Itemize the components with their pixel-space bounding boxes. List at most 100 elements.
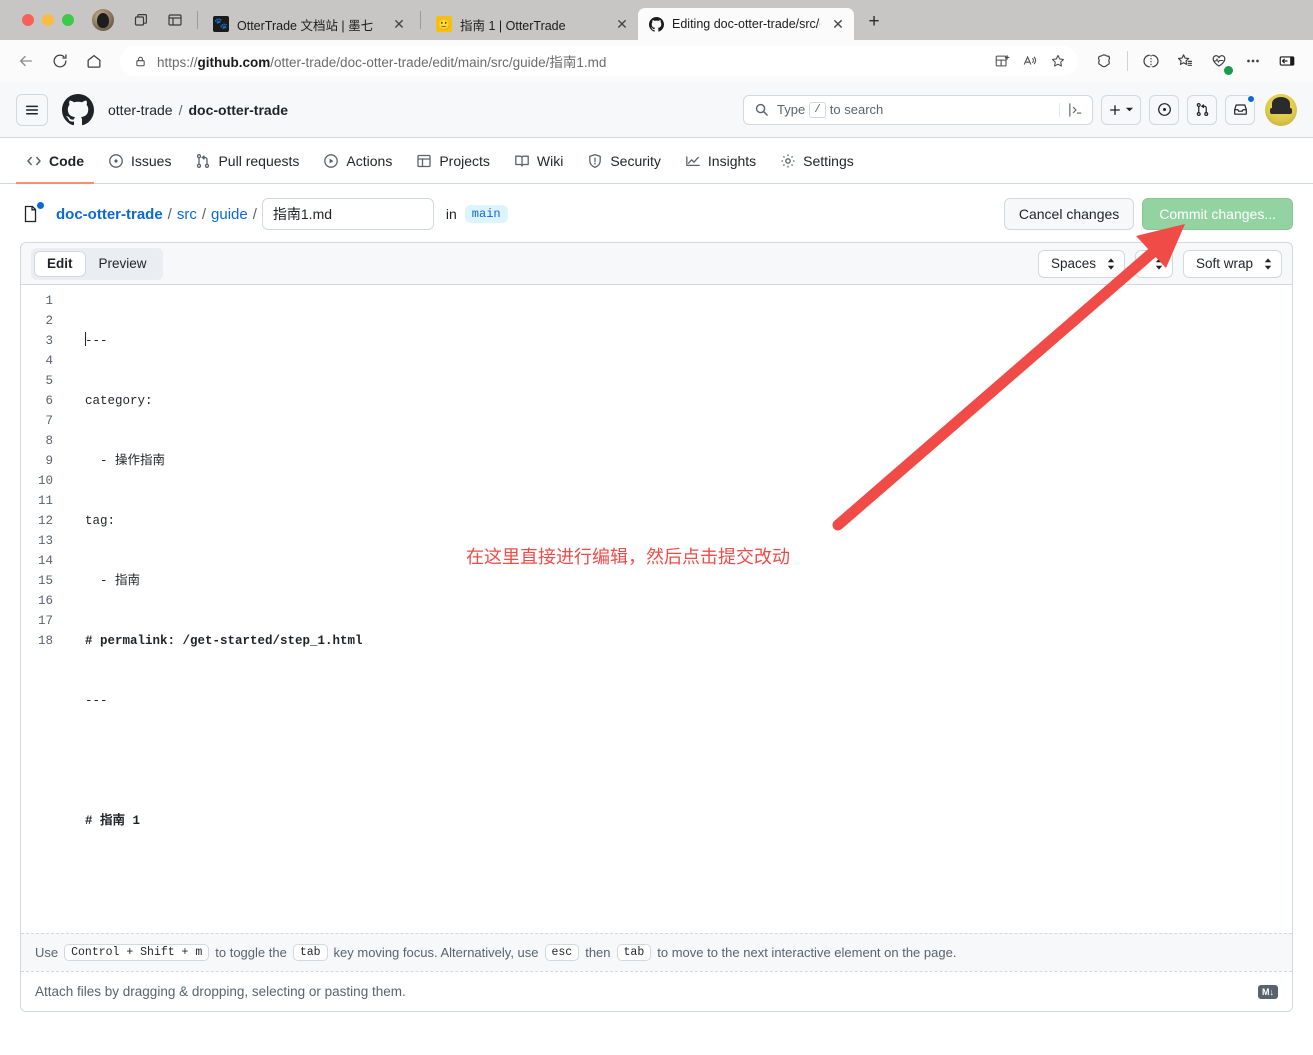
split-tab-icon[interactable] xyxy=(988,47,1016,75)
search-placeholder-pre: Type xyxy=(777,102,806,117)
code-line: category: xyxy=(85,394,153,408)
tab-copy-icon[interactable] xyxy=(127,6,155,34)
browser-tab-title: 指南 1 | OtterTrade xyxy=(460,18,566,33)
line-number: 3 xyxy=(45,334,53,348)
line-number: 8 xyxy=(45,434,53,448)
code-line: --- xyxy=(85,694,108,708)
browser-tab-0[interactable]: 🐾 OtterTrade 文档站 | 墨七 ✕ xyxy=(203,8,415,40)
split-screen-icon[interactable] xyxy=(161,6,189,34)
copilot-icon[interactable] xyxy=(1088,45,1120,77)
nav-tab-label: Issues xyxy=(131,153,172,169)
chevron-updown-icon xyxy=(1106,257,1116,271)
user-avatar[interactable] xyxy=(1265,93,1297,126)
nav-tab-pull-requests[interactable]: Pull requests xyxy=(185,140,309,184)
close-tab-icon[interactable]: ✕ xyxy=(389,14,409,34)
branch-badge: main xyxy=(464,205,508,223)
browser-essentials-icon[interactable] xyxy=(1135,45,1167,77)
nav-tab-label: Pull requests xyxy=(218,153,300,169)
editor-toolbar: Edit Preview Spaces Soft wrap xyxy=(21,243,1292,285)
window-controls[interactable] xyxy=(10,0,84,40)
breadcrumb-repo-link[interactable]: doc-otter-trade xyxy=(56,206,163,223)
notification-indicator-dot xyxy=(1247,94,1255,103)
wrap-mode-select[interactable]: Soft wrap xyxy=(1182,249,1282,278)
close-tab-icon[interactable]: ✕ xyxy=(828,14,848,34)
code-content[interactable]: --- category: - 操作指南 tag: - 指南 # permali… xyxy=(63,285,1292,933)
home-icon[interactable] xyxy=(78,45,110,77)
back-arrow-icon[interactable] xyxy=(10,45,42,77)
commit-changes-button[interactable]: Commit changes... xyxy=(1142,198,1293,230)
maximize-window-button[interactable] xyxy=(62,14,74,26)
address-bar[interactable]: https://github.com/otter-trade/doc-otter… xyxy=(120,46,1078,76)
nav-tab-label: Code xyxy=(49,153,84,169)
search-input[interactable]: Type / to search xyxy=(743,94,1093,125)
wrap-mode-value: Soft wrap xyxy=(1195,256,1253,271)
pull-requests-button[interactable] xyxy=(1187,94,1217,125)
command-palette-icon[interactable] xyxy=(1059,102,1084,117)
repo-nav-tabs: Code Issues Pull requests Actions Projec… xyxy=(0,138,1313,184)
nav-tab-issues[interactable]: Issues xyxy=(98,140,181,184)
issues-button[interactable] xyxy=(1149,94,1179,125)
line-number-gutter: 1 2 3 4 5 6 7 8 9 10 11 12 13 14 15 16 1… xyxy=(21,285,63,933)
more-options-icon[interactable] xyxy=(1237,45,1269,77)
performance-icon[interactable] xyxy=(1203,45,1235,77)
path-separator: / xyxy=(167,205,172,223)
sidebar-toggle-icon[interactable] xyxy=(1271,45,1303,77)
minimize-window-button[interactable] xyxy=(42,14,54,26)
otter-favicon: 🐾 xyxy=(213,16,229,32)
line-number: 18 xyxy=(37,634,53,648)
notifications-button[interactable] xyxy=(1225,94,1255,125)
line-number: 6 xyxy=(45,394,53,408)
browser-tab-1[interactable]: 🙂 指南 1 | OtterTrade ✕ xyxy=(426,8,638,40)
read-aloud-icon[interactable] xyxy=(1016,47,1044,75)
browser-tabstrip: 🐾 OtterTrade 文档站 | 墨七 ✕ 🙂 指南 1 | OtterTr… xyxy=(0,0,1313,40)
nav-tab-settings[interactable]: Settings xyxy=(770,140,864,184)
reload-icon[interactable] xyxy=(44,45,76,77)
edit-header-actions: Cancel changes Commit changes... xyxy=(1003,198,1293,230)
code-text-area[interactable]: 1 2 3 4 5 6 7 8 9 10 11 12 13 14 15 16 1… xyxy=(21,285,1292,933)
github-logo-icon[interactable] xyxy=(62,93,94,126)
repo-name-link[interactable]: doc-otter-trade xyxy=(188,102,288,118)
browser-profile-avatar[interactable] xyxy=(92,9,114,31)
edit-preview-tabs: Edit Preview xyxy=(31,247,163,280)
new-tab-button[interactable]: + xyxy=(860,8,888,36)
create-new-button[interactable] xyxy=(1101,94,1141,125)
breadcrumb-segment-guide[interactable]: guide xyxy=(211,206,248,223)
collections-icon[interactable] xyxy=(1169,45,1201,77)
attach-files-text: Attach files by dragging & dropping, sel… xyxy=(35,984,406,999)
nav-tab-code[interactable]: Code xyxy=(16,140,94,184)
line-number: 7 xyxy=(45,414,53,428)
browser-toolbar: https://github.com/otter-trade/doc-otter… xyxy=(0,40,1313,82)
line-number: 13 xyxy=(37,534,53,548)
tab-edit[interactable]: Edit xyxy=(34,250,86,277)
line-number: 4 xyxy=(45,354,53,368)
breadcrumb-segment-src[interactable]: src xyxy=(177,206,197,223)
kbd-tab: tab xyxy=(292,944,328,961)
repo-owner-link[interactable]: otter-trade xyxy=(108,102,173,118)
indent-mode-select[interactable]: Spaces xyxy=(1037,249,1125,278)
keyboard-shortcut-hint: Use Control + Shift + m to toggle the ta… xyxy=(21,933,1292,971)
attach-files-bar[interactable]: Attach files by dragging & dropping, sel… xyxy=(21,971,1292,1011)
close-tab-icon[interactable]: ✕ xyxy=(612,14,632,34)
nav-tab-insights[interactable]: Insights xyxy=(675,140,766,184)
nav-tab-projects[interactable]: Projects xyxy=(406,140,500,184)
tab-preview[interactable]: Preview xyxy=(86,251,160,277)
line-number: 1 xyxy=(45,294,53,308)
close-window-button[interactable] xyxy=(22,14,34,26)
lock-icon xyxy=(134,55,147,68)
hamburger-menu-icon[interactable] xyxy=(16,93,48,126)
browser-tab-2[interactable]: Editing doc-otter-trade/src/gui ✕ xyxy=(638,8,854,40)
nav-tab-wiki[interactable]: Wiki xyxy=(504,140,573,184)
filename-input[interactable] xyxy=(261,198,434,230)
code-icon xyxy=(26,153,42,169)
cancel-changes-button[interactable]: Cancel changes xyxy=(1003,198,1135,230)
star-icon[interactable] xyxy=(1044,47,1072,75)
nav-tab-security[interactable]: Security xyxy=(577,140,671,184)
play-icon xyxy=(323,153,339,169)
line-number: 10 xyxy=(37,474,53,488)
browser-tab-title: OtterTrade 文档站 | 墨七 xyxy=(237,18,374,33)
nav-tab-actions[interactable]: Actions xyxy=(313,140,402,184)
in-label: in xyxy=(445,206,457,222)
indent-size-select[interactable] xyxy=(1134,249,1173,278)
